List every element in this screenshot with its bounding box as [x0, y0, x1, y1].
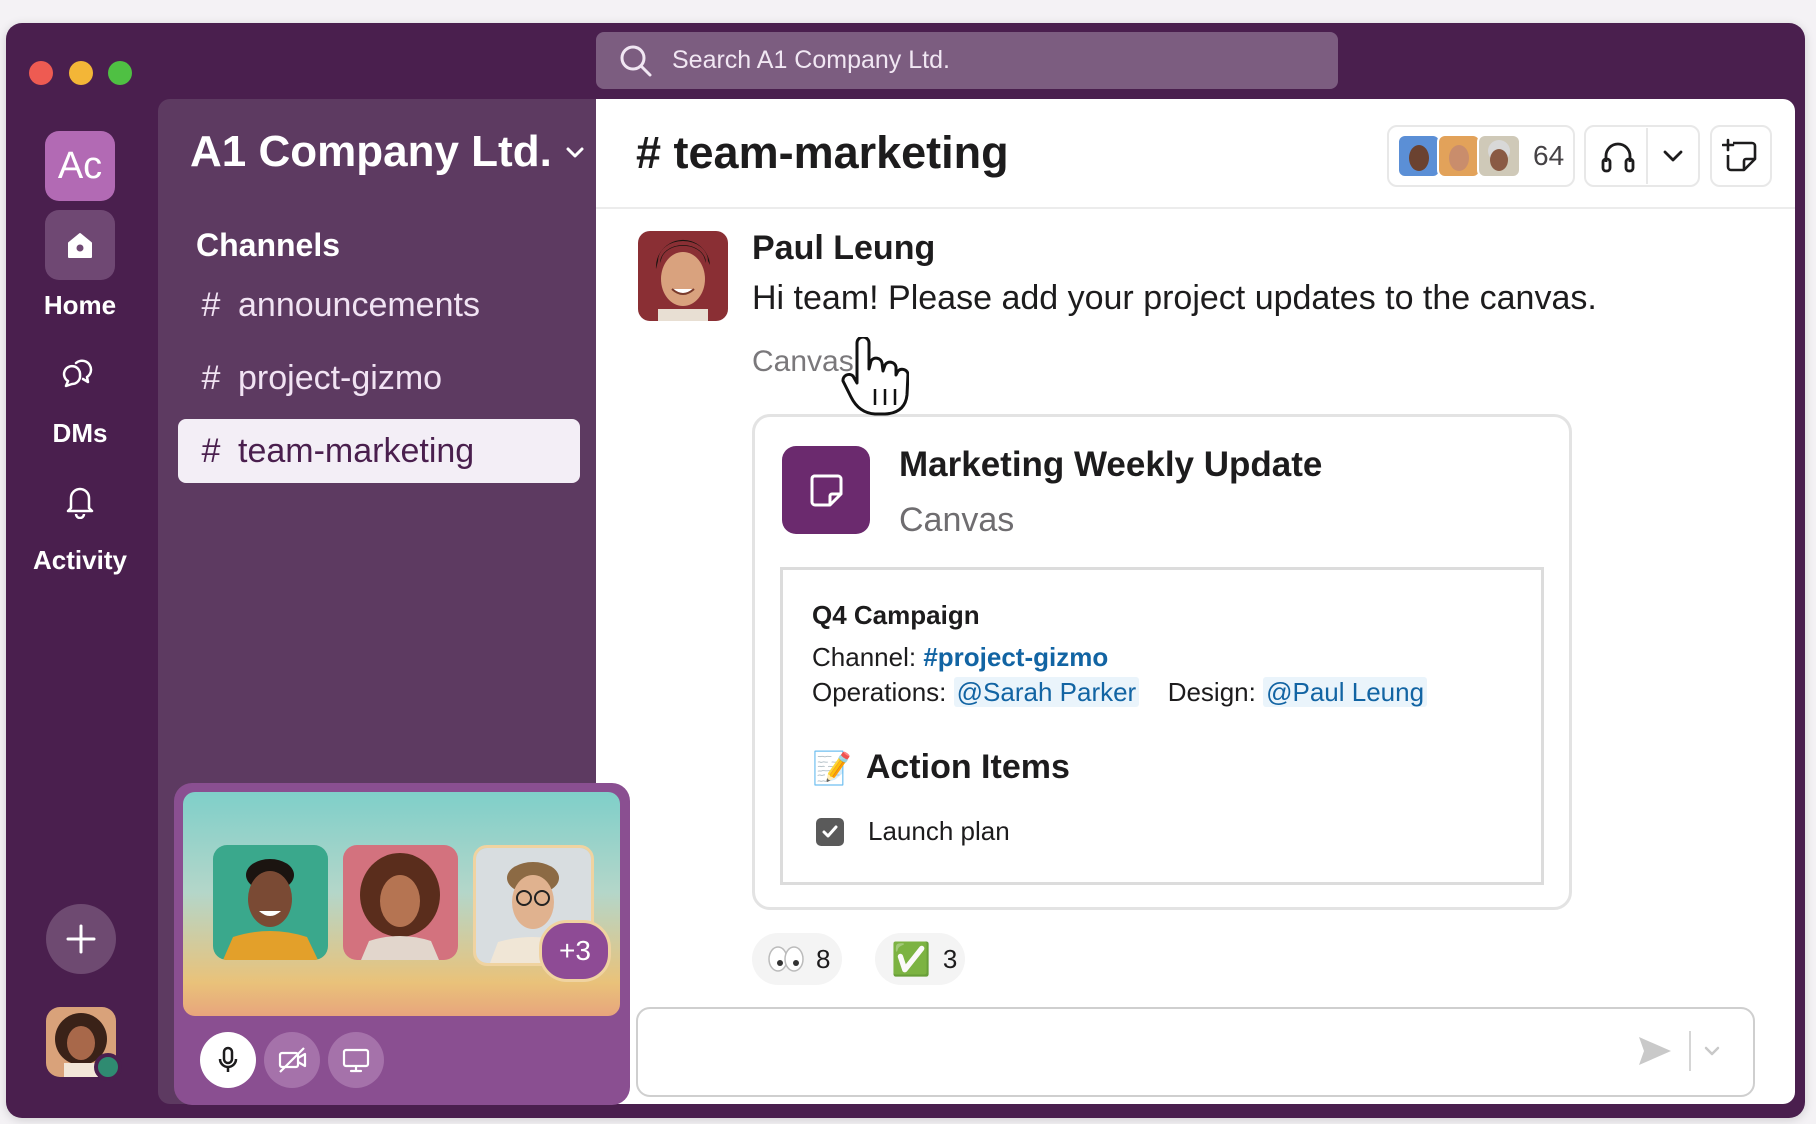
huddle-controls: [1584, 125, 1700, 187]
rail-home[interactable]: Home: [20, 210, 140, 321]
huddle-panel: +3: [174, 783, 630, 1105]
operations-field-label: Operations:: [812, 677, 947, 707]
add-button[interactable]: [46, 904, 116, 974]
presence-indicator: [94, 1053, 122, 1081]
todo-item: Launch plan: [816, 816, 1010, 847]
more-participants-count: +3: [559, 935, 591, 966]
channel-title[interactable]: # team-marketing: [636, 127, 1009, 179]
header-divider: [596, 207, 1795, 209]
rail-dms[interactable]: DMs: [20, 338, 140, 449]
todo-label: Launch plan: [868, 816, 1010, 846]
operations-mention[interactable]: @Sarah Parker: [953, 677, 1140, 707]
message-author[interactable]: Paul Leung: [752, 229, 935, 268]
canvas-title: Marketing Weekly Update: [899, 445, 1323, 484]
hash-icon: #: [201, 431, 221, 470]
channels-section-title[interactable]: Channels: [196, 227, 340, 264]
sidebar-item-announcements[interactable]: # announcements: [178, 273, 580, 337]
channel-label: team-marketing: [238, 431, 475, 470]
eyes-emoji-icon: [768, 946, 804, 972]
huddle-participants: +3: [183, 792, 620, 1016]
send-controls: [1635, 1031, 1723, 1071]
chevron-down-icon[interactable]: [1648, 128, 1698, 184]
zoom-window-button[interactable]: [108, 61, 132, 85]
doc-heading: Q4 Campaign: [812, 600, 980, 630]
sidebar-item-project-gizmo[interactable]: # project-gizmo: [178, 346, 580, 410]
send-separator: [1689, 1031, 1691, 1071]
video-off-icon: [278, 1047, 307, 1073]
screen-share-button[interactable]: [328, 1032, 384, 1088]
check-emoji-icon: ✅: [891, 941, 931, 977]
action-items-heading: 📝 Action Items: [812, 748, 1070, 787]
todo-checkbox[interactable]: [816, 817, 844, 846]
more-participants-badge[interactable]: +3: [539, 920, 611, 982]
dms-icon-box: [45, 338, 115, 408]
search-bar[interactable]: Search A1 Company Ltd.: [596, 32, 1338, 89]
message-composer[interactable]: [636, 1007, 1755, 1097]
monitor-icon: [342, 1048, 370, 1073]
headphones-icon[interactable]: [1590, 128, 1646, 184]
hand-pointer-cursor-icon: [841, 337, 909, 416]
bell-icon: [66, 487, 94, 519]
minimize-window-button[interactable]: [69, 61, 93, 85]
doc-channel-line: Channel: #project-gizmo: [812, 642, 1108, 673]
channel-label: announcements: [238, 285, 480, 324]
member-count: 64: [1533, 140, 1565, 171]
reaction-check[interactable]: ✅ 3: [875, 933, 965, 985]
members-button[interactable]: 64: [1387, 125, 1575, 187]
app-window: Search A1 Company Ltd. Ac Home DMs Activ…: [6, 23, 1805, 1118]
canvas-subtitle: Canvas: [899, 501, 1015, 539]
member-avatar: [1477, 134, 1521, 178]
close-window-button[interactable]: [29, 61, 53, 85]
rail-home-label: Home: [43, 290, 117, 320]
new-canvas-button[interactable]: [1710, 125, 1772, 187]
member-avatar: [1437, 134, 1481, 178]
chevron-down-icon[interactable]: [1701, 1040, 1723, 1062]
canvas-preview-card[interactable]: Marketing Weekly Update Canvas Q4 Campai…: [752, 414, 1572, 910]
action-items-title: Action Items: [865, 748, 1070, 786]
rail-activity-label: Activity: [33, 545, 127, 575]
hash-icon: #: [201, 285, 221, 324]
reaction-count: 8: [816, 943, 831, 974]
design-field-label: Design:: [1167, 677, 1256, 707]
message-author-avatar[interactable]: [638, 231, 728, 321]
channel-link[interactable]: #project-gizmo: [923, 642, 1108, 672]
workspace-initials: Ac: [57, 144, 103, 187]
workspace-switcher[interactable]: Ac: [45, 131, 115, 201]
canvas-add-icon: [1722, 138, 1757, 172]
reaction-count: 3: [942, 943, 958, 974]
microphone-icon: [218, 1046, 238, 1072]
workspace-name: A1 Company Ltd.: [190, 127, 552, 176]
memo-icon: 📝: [812, 749, 852, 786]
huddle-participant-avatar[interactable]: [343, 845, 458, 960]
reaction-eyes[interactable]: 8: [752, 933, 842, 985]
user-avatar[interactable]: [46, 1007, 122, 1081]
checkmark-icon: [822, 825, 838, 837]
chevron-down-icon: [566, 147, 584, 158]
sidebar-item-team-marketing[interactable]: # team-marketing: [178, 419, 580, 483]
mic-toggle-button[interactable]: [200, 1032, 256, 1088]
channel-view: # team-marketing 64 Paul Leung Hi team! …: [596, 99, 1795, 1104]
doc-owners-line: Operations: @Sarah Parker Design: @Paul …: [812, 677, 1428, 708]
rail-activity[interactable]: Activity: [20, 465, 140, 576]
hash-icon: #: [201, 358, 221, 397]
member-avatar: [1397, 134, 1441, 178]
send-icon[interactable]: [1635, 1031, 1675, 1071]
plus-icon: [66, 924, 96, 954]
workspace-menu[interactable]: A1 Company Ltd.: [190, 127, 586, 177]
home-icon: [68, 233, 92, 258]
dms-icon: [62, 359, 93, 388]
search-icon: [620, 45, 652, 76]
channel-label: project-gizmo: [238, 358, 443, 397]
design-mention[interactable]: @Paul Leung: [1263, 677, 1428, 707]
activity-icon-box: [45, 465, 115, 535]
message-text: Hi team! Please add your project updates…: [752, 279, 1597, 317]
video-toggle-button[interactable]: [264, 1032, 320, 1088]
channel-field-label: Channel:: [812, 642, 917, 672]
huddle-participant-avatar[interactable]: [213, 845, 328, 960]
canvas-icon: [782, 446, 870, 534]
home-icon-box: [45, 210, 115, 280]
rail-dms-label: DMs: [52, 418, 108, 448]
search-placeholder: Search A1 Company Ltd.: [672, 46, 950, 74]
canvas-document-preview: Q4 Campaign Channel: #project-gizmo Oper…: [780, 567, 1544, 885]
